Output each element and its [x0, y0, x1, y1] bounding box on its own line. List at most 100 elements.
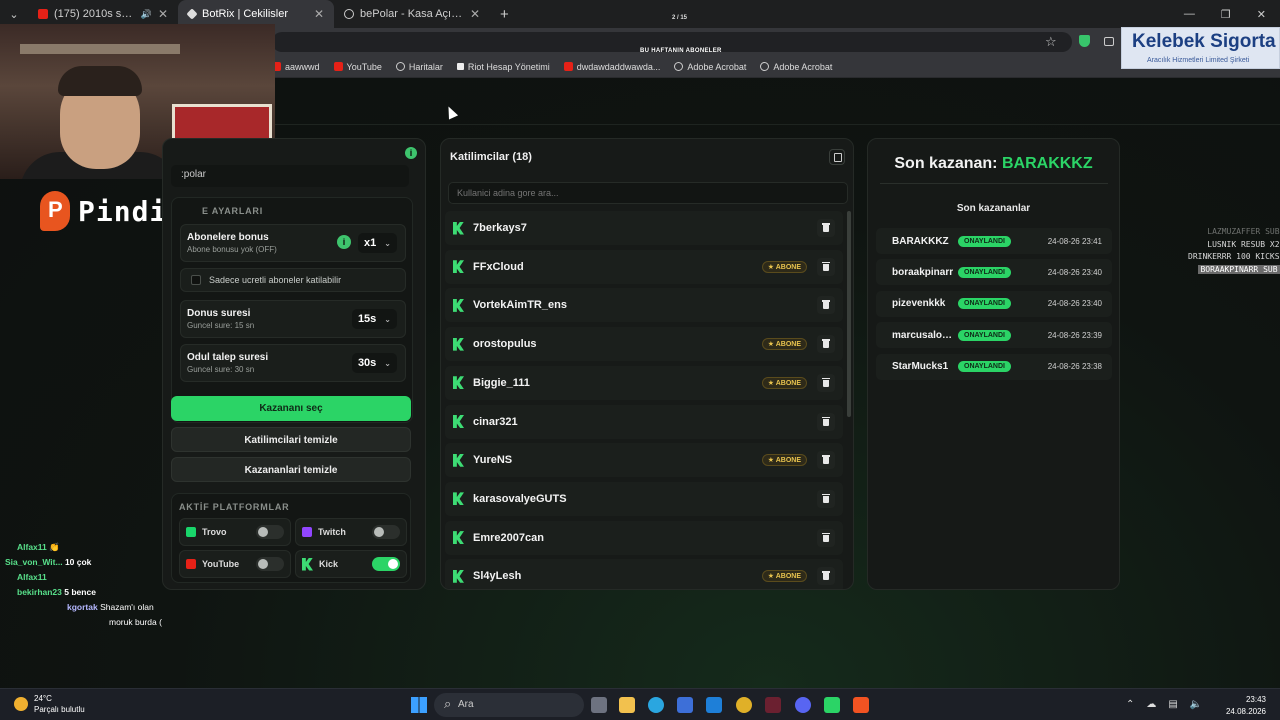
participant-row: cinar321 — [445, 404, 843, 439]
bookmark-star-icon[interactable]: ☆ — [1045, 34, 1057, 50]
pick-winner-button[interactable]: Kazananı seç — [171, 396, 411, 421]
trash-icon[interactable] — [817, 373, 835, 392]
weather-icon — [14, 697, 28, 711]
participant-search-input[interactable] — [448, 182, 848, 204]
setting-subtitle: Abone bonusu yok (OFF) — [187, 245, 277, 254]
bookmark-item[interactable]: YouTube — [333, 62, 382, 72]
taskbar-search[interactable]: Ara — [434, 693, 584, 717]
trash-icon[interactable] — [817, 219, 835, 237]
odul-dropdown[interactable]: 30s ⌄ — [351, 353, 397, 373]
tab-counter: 2 / 15 — [672, 15, 688, 21]
winner-date: 24-08-26 23:39 — [1047, 330, 1102, 340]
kick-toggle[interactable] — [372, 557, 400, 571]
clear-winners-button[interactable]: Kazananlari temizle — [171, 457, 411, 482]
bookmark-item[interactable]: Riot Hesap Yönetimi — [456, 62, 550, 72]
dropdown-value: 30s — [357, 357, 377, 369]
trash-icon[interactable] — [817, 296, 835, 315]
bookmark-item[interactable]: dwdawdaddwawda... — [563, 62, 660, 72]
trash-icon[interactable] — [817, 257, 835, 276]
bookmark-item[interactable]: aawwwd — [272, 62, 320, 72]
approved-badge: ONAYLANDI — [958, 298, 1011, 310]
bookmark-item[interactable]: Haritalar — [395, 62, 443, 72]
network-icon[interactable]: ▤ — [1168, 699, 1177, 710]
youtube-toggle[interactable] — [256, 557, 284, 571]
shield-icon[interactable] — [1079, 35, 1090, 47]
scrollbar[interactable] — [847, 211, 851, 417]
close-icon[interactable]: ✕ — [314, 7, 324, 21]
mail-icon[interactable] — [706, 697, 722, 713]
tab-title: BotRix | Cekilisler — [202, 8, 288, 20]
participant-row: karasovalyeGUTS — [445, 481, 843, 516]
participant-name: Biggie_111 — [473, 376, 530, 389]
youtube-icon — [563, 62, 573, 71]
app-icon[interactable] — [765, 697, 781, 713]
chat-message: Alfax11 — [5, 570, 162, 585]
platform-twitch: Twitch — [295, 518, 407, 546]
volume-icon[interactable]: 🔈 — [1190, 699, 1202, 710]
new-tab-button[interactable]: + — [490, 6, 519, 23]
windows-start-icon[interactable] — [411, 697, 427, 713]
chat-text: 5 bence — [64, 587, 96, 597]
checkbox[interactable] — [191, 275, 201, 285]
store-icon[interactable] — [677, 697, 693, 713]
bookmark-item[interactable]: Adobe Acrobat — [760, 62, 832, 72]
kick-icon — [453, 531, 464, 545]
chrome-icon[interactable] — [736, 697, 752, 713]
task-view-icon[interactable] — [591, 697, 607, 713]
trash-icon[interactable] — [817, 489, 835, 508]
file-explorer-icon[interactable] — [619, 697, 635, 713]
speaker-icon[interactable]: 🔊 — [141, 9, 152, 20]
extension-icon[interactable] — [1104, 37, 1114, 46]
checkbox-label: Sadece ucretli aboneler katilabilir — [209, 275, 342, 285]
keyword-input[interactable]: :polar — [171, 165, 409, 187]
subscriber-badge: ★ ABONE — [761, 260, 807, 273]
chat-message: Alfax11 👏 — [5, 540, 162, 555]
trovo-toggle[interactable] — [256, 525, 284, 539]
clear-participants-button[interactable]: Katilimcilari temizle — [171, 427, 411, 452]
participants-title: Katilimcilar (18) — [450, 151, 532, 163]
trash-icon[interactable] — [817, 451, 835, 470]
trash-icon[interactable] — [817, 335, 835, 354]
riot-icon — [456, 63, 464, 70]
close-icon[interactable]: ✕ — [470, 7, 480, 21]
chat-overlay: Alfax11 👏 Sia_von_Wit... 10 çok Alfax11 … — [5, 540, 162, 630]
twitch-toggle[interactable] — [372, 525, 400, 539]
minimize-icon[interactable]: — — [1184, 8, 1195, 21]
trash-icon[interactable] — [817, 412, 835, 431]
trash-icon[interactable] — [817, 567, 835, 586]
globe-icon — [674, 62, 684, 71]
weather-widget[interactable]: 24°C Parçalı bulutlu — [14, 693, 85, 715]
winner-name: StarMucks1 — [892, 361, 949, 373]
close-icon[interactable]: ✕ — [158, 7, 168, 21]
edge-icon[interactable] — [648, 697, 664, 713]
tab-search-icon[interactable]: ⌄ — [0, 8, 28, 21]
tab-bepolar[interactable]: bePolar - Kasa Açılımı ✕ — [334, 0, 490, 28]
winner-name: pizevenkkk — [892, 298, 946, 310]
bonus-dropdown[interactable]: x1 ⌄ — [358, 233, 397, 253]
setting-title: Abonelere bonus — [187, 232, 269, 243]
close-window-icon[interactable]: ✕ — [1257, 8, 1266, 21]
trash-icon[interactable] — [817, 528, 835, 547]
botrix-app-icon[interactable] — [824, 697, 840, 713]
globe-icon — [344, 9, 354, 19]
paid-subs-only-checkbox[interactable]: Sadece ucretli aboneler katilabilir — [180, 268, 406, 292]
cloud-icon[interactable]: ☁ — [1146, 699, 1156, 710]
info-icon[interactable]: i — [337, 235, 351, 249]
donus-dropdown[interactable]: 15s ⌄ — [351, 309, 397, 329]
winner-date: 24-08-26 23:41 — [1047, 236, 1102, 246]
copy-icon[interactable] — [829, 149, 845, 165]
bookmark-item[interactable]: Adobe Acrobat — [674, 62, 746, 72]
brave-icon[interactable] — [853, 697, 869, 713]
maximize-icon[interactable]: ❐ — [1221, 8, 1231, 21]
discord-icon[interactable] — [795, 697, 811, 713]
chat-message: kgortak Shazam'ı olan — [5, 600, 162, 615]
chat-text: moruk burda ( — [109, 617, 162, 627]
clock[interactable]: 23:43 24.08.2026 — [1222, 694, 1266, 718]
streamer-hair — [58, 66, 142, 96]
weather-text: Parçalı bulutlu — [34, 705, 85, 714]
setting-title: Odul talep suresi — [187, 352, 269, 363]
settings-title: E AYARLARI — [202, 206, 264, 216]
info-icon[interactable]: i — [405, 147, 417, 159]
chevron-up-icon[interactable]: ⌃ — [1126, 699, 1134, 710]
trovo-icon — [186, 527, 196, 537]
